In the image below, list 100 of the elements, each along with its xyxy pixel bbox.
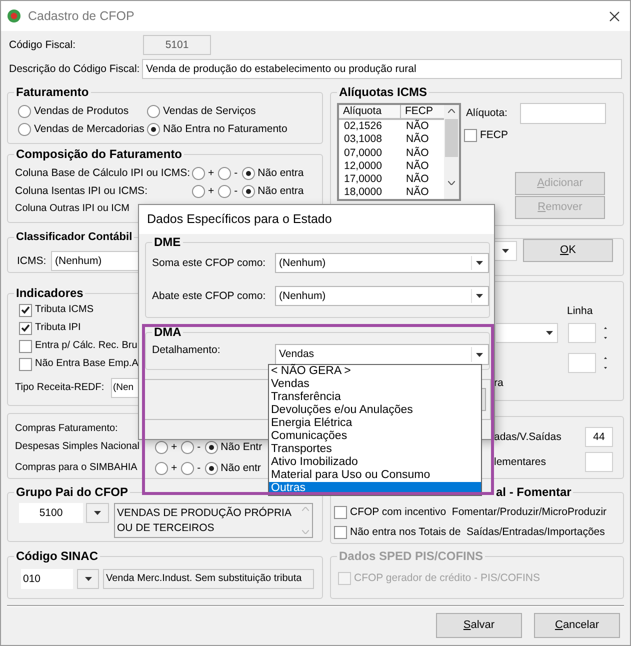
checkbox[interactable] <box>334 506 347 518</box>
radio-button[interactable] <box>147 122 160 136</box>
radio-label: + <box>208 168 214 178</box>
dropdown-field[interactable]: (Nenhum) <box>275 253 489 273</box>
checkbox[interactable] <box>19 322 32 334</box>
column-header[interactable]: FECP <box>401 105 444 118</box>
checkbox-label: Tributa ICMS <box>35 305 94 315</box>
window-title: Cadastro de CFOP <box>28 10 134 22</box>
checkbox-label: Não entra nos Totais de Saídas/Entradas/Importações <box>350 526 605 538</box>
dropdown-field[interactable] <box>495 240 517 260</box>
down-arrow-icon[interactable] <box>604 367 607 369</box>
radio-label: - <box>234 168 238 178</box>
radio-button[interactable] <box>155 462 168 474</box>
table-cell-text: 03,1008 <box>343 132 383 146</box>
scroll-up-icon[interactable] <box>448 109 455 113</box>
group-title: Código SINAC <box>15 549 99 564</box>
list-item[interactable]: Transferência <box>269 391 481 404</box>
field-label: ICMS: <box>17 256 48 266</box>
caret-icon <box>84 577 92 581</box>
close-icon[interactable] <box>609 10 620 22</box>
radio-label: - <box>197 442 201 452</box>
list-item[interactable]: Energia Elétrica <box>269 417 481 430</box>
scroll-down-icon[interactable] <box>448 181 455 185</box>
radio-label: + <box>171 442 178 452</box>
list-item[interactable]: Material para Uso ou Consumo <box>269 469 481 482</box>
up-arrow-icon[interactable] <box>604 357 607 359</box>
column-header[interactable]: Alíquota <box>339 105 401 118</box>
list-item[interactable]: Comunicações <box>269 430 481 443</box>
radio-button[interactable] <box>204 440 218 454</box>
scroll-thumb[interactable] <box>445 119 458 157</box>
group-title: Composição do Faturamento <box>15 147 184 162</box>
input-field[interactable]: (Nen <box>111 378 139 398</box>
radio-label: Não entra <box>258 186 304 196</box>
radio-button[interactable] <box>155 440 168 454</box>
field-label: lementares <box>494 456 546 468</box>
input-field[interactable]: Venda de produção do estabelecimento ou produção rural <box>142 59 622 79</box>
check-icon <box>21 306 30 314</box>
button[interactable]: Cancelar <box>534 613 620 638</box>
field-label: Descrição do Código Fiscal: <box>8 64 141 74</box>
group-title: al - Fomentar <box>495 485 572 500</box>
input-field[interactable]: 010 <box>21 569 73 589</box>
group-title: Faturamento <box>15 85 90 100</box>
group-title: DME <box>153 235 182 250</box>
dialog-title: Dados Específicos para o Estado <box>147 213 332 226</box>
radio-label: - <box>197 462 201 474</box>
checkbox[interactable] <box>19 304 32 316</box>
radio-button[interactable] <box>218 166 232 180</box>
dropdown-button[interactable] <box>77 569 99 589</box>
input-field[interactable] <box>585 452 613 472</box>
list-item[interactable]: Devoluções e/ou Anulações <box>269 404 481 417</box>
radio-button[interactable] <box>181 462 194 474</box>
list-item[interactable]: < NÃO GERA > <box>269 365 481 378</box>
radio-label: Vendas de Produtos <box>34 106 129 116</box>
radio-button[interactable] <box>204 462 218 474</box>
list-item[interactable]: Ativo Imobilizado <box>269 456 481 469</box>
number-field[interactable] <box>568 323 596 343</box>
group-title: Grupo Pai do CFOP <box>15 485 130 500</box>
memo-text: VENDAS DE PRODUÇÃO PRÓPRIA OU DE TERCEIROS <box>116 506 292 536</box>
input-field[interactable]: 44 <box>585 427 613 447</box>
radio-button[interactable] <box>181 440 194 454</box>
input-field[interactable] <box>520 103 606 124</box>
checkbox[interactable] <box>19 340 32 352</box>
dropdown-button[interactable] <box>86 503 109 523</box>
checkbox[interactable] <box>334 526 347 538</box>
radio-button[interactable] <box>218 184 232 198</box>
table-cell-text: NÃO <box>405 159 430 172</box>
input-field[interactable]: (Nenhum) <box>51 251 138 271</box>
dropdown-field[interactable]: Vendas <box>275 344 489 365</box>
table-cell-text: 02,1526 <box>343 120 383 133</box>
number-field[interactable] <box>568 353 596 373</box>
radio-button[interactable] <box>192 166 205 180</box>
row-label: Coluna Isentas IPI ou ICMS: <box>15 186 148 196</box>
table-cell-text: 17,0000 <box>343 172 383 186</box>
button[interactable]: OK <box>523 239 613 262</box>
button[interactable]: Salvar <box>436 613 522 638</box>
checkbox-label: Tributa IPI <box>35 323 81 333</box>
radio-button[interactable] <box>242 166 255 180</box>
down-arrow-icon[interactable] <box>604 337 607 339</box>
row-label: Despesas Simples Nacional <box>15 442 141 452</box>
checkbox[interactable] <box>464 129 477 142</box>
table-cell-text: NÃO <box>405 120 430 132</box>
checkbox-label: FECP <box>480 130 508 141</box>
caret-icon <box>476 294 482 298</box>
row-label: Coluna Base de Cálculo IPI ou ICMS: <box>15 168 192 178</box>
radio-button[interactable] <box>192 184 205 198</box>
radio-label: Não Entra no Faturamento <box>163 124 288 134</box>
list-item[interactable]: Transportes <box>269 443 481 456</box>
list-item[interactable]: Vendas <box>269 378 481 391</box>
radio-button[interactable] <box>18 104 31 118</box>
radio-label: + <box>208 186 214 196</box>
dropdown-field[interactable]: (Nenhum) <box>275 286 489 306</box>
radio-label: + <box>171 462 178 474</box>
radio-button[interactable] <box>18 122 31 136</box>
input-field[interactable]: 5100 <box>19 503 83 523</box>
dropdown-field[interactable] <box>496 323 558 343</box>
scrollbar[interactable] <box>444 105 459 199</box>
radio-button[interactable] <box>147 104 160 118</box>
checkbox[interactable] <box>19 358 32 370</box>
radio-button[interactable] <box>242 184 255 198</box>
up-arrow-icon[interactable] <box>604 327 607 329</box>
